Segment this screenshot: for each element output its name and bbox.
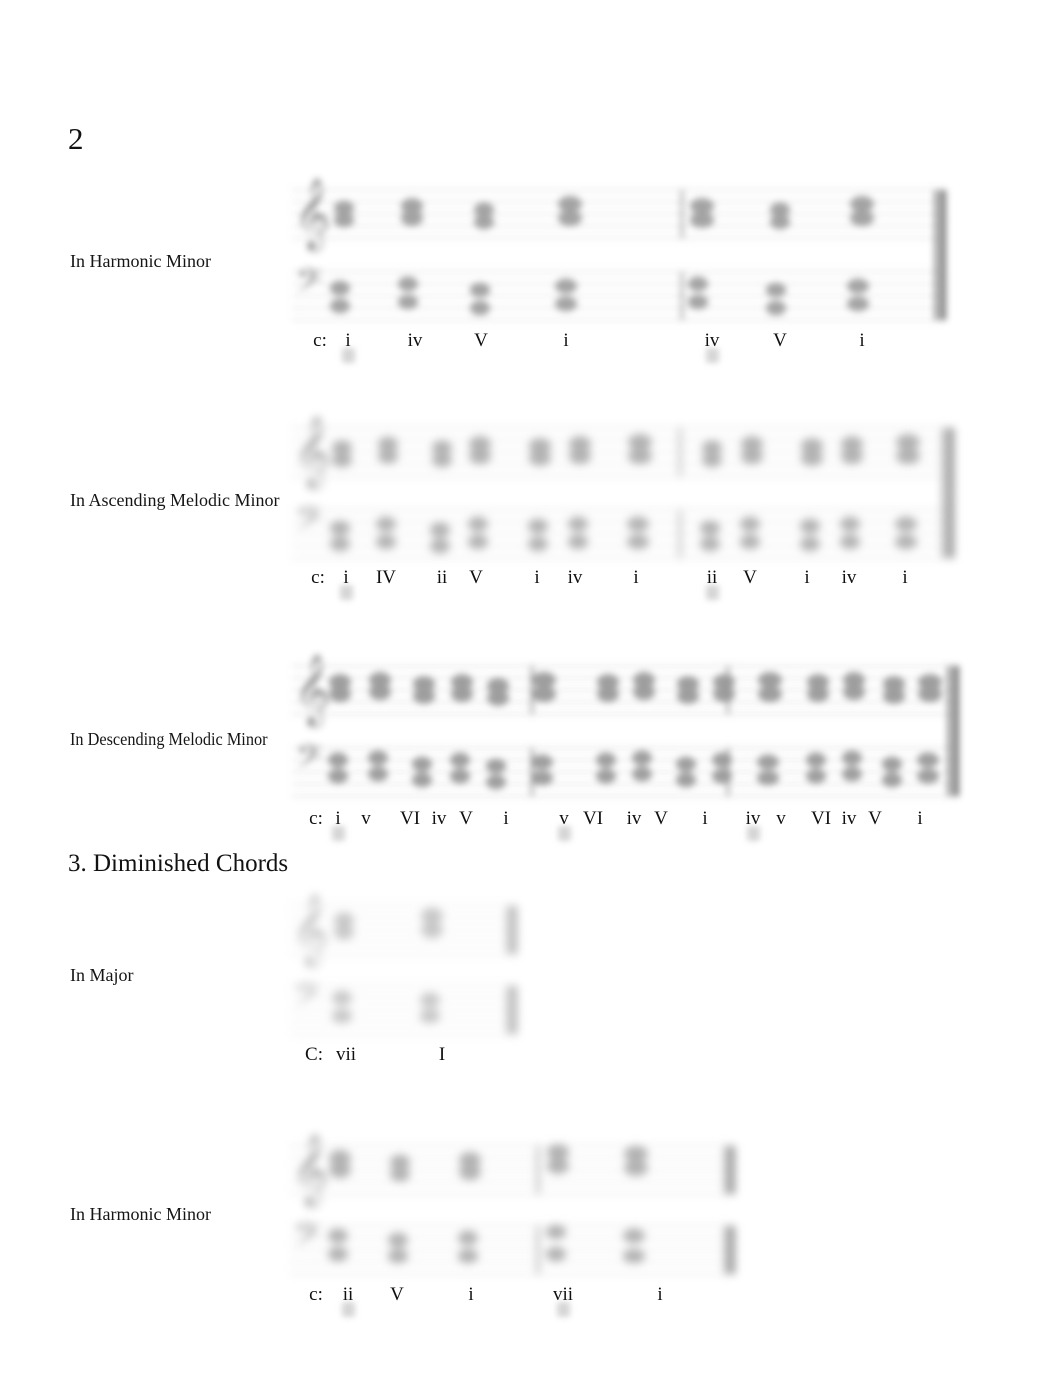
figured-bass-mark [342, 348, 355, 363]
system-label-descending-melodic-minor: In Descending Melodic Minor [70, 729, 268, 749]
roman-numeral: IV [375, 567, 397, 588]
grand-staff-notation: 𝄞 𝄢 [292, 414, 954, 559]
roman-numeral: iv [841, 567, 857, 588]
svg-text:𝄢: 𝄢 [296, 500, 322, 546]
roman-numeral: i [468, 1284, 474, 1305]
roman-numeral: ii [436, 567, 448, 588]
roman-numeral: I [438, 1044, 446, 1065]
svg-text:𝄞: 𝄞 [292, 1132, 329, 1208]
roman-numeral: vii [335, 1044, 357, 1065]
svg-text:𝄞: 𝄞 [294, 414, 331, 490]
roman-numeral: V [390, 1284, 404, 1305]
svg-text:𝄢: 𝄢 [296, 262, 322, 308]
svg-text:𝄢: 𝄢 [294, 1216, 320, 1262]
figured-bass-mark [340, 585, 353, 600]
svg-text:𝄞: 𝄞 [294, 176, 331, 252]
system-label-diminished-harmonic-minor: In Harmonic Minor [70, 1204, 211, 1224]
roman-numeral: V [459, 808, 473, 829]
roman-numeral: V [773, 330, 787, 351]
key-label: c: [309, 1284, 323, 1305]
svg-text:𝄞: 𝄞 [294, 652, 331, 728]
grand-staff-notation: 𝄞 𝄢 [290, 1132, 736, 1275]
roman-numeral: i [503, 808, 509, 829]
roman-numeral: i [657, 1284, 663, 1305]
roman-numeral: i [902, 567, 908, 588]
roman-numeral: i [534, 567, 540, 588]
staff-system-diminished-major: 𝄞 𝄢 [282, 892, 522, 1040]
roman-numeral: V [868, 808, 882, 829]
roman-numeral: iv [567, 567, 583, 588]
worksheet-page: 2 In Harmonic Minor 𝄞 𝄢 c: i iv V i iv V… [0, 0, 1062, 1376]
roman-numeral: iv [407, 330, 423, 351]
figured-bass-mark [706, 348, 719, 363]
system-label-harmonic-minor: In Harmonic Minor [70, 251, 211, 271]
svg-text:𝄢: 𝄢 [294, 976, 320, 1022]
roman-numeral: iv [626, 808, 642, 829]
analysis-row-ascending-melodic-minor: c: i IV ii V i iv i ii V i iv i [284, 565, 959, 600]
roman-numeral: VI [582, 808, 604, 829]
analysis-row-harmonic-minor: c: i iv V i iv V i [284, 328, 949, 363]
svg-text:𝄢: 𝄢 [296, 738, 322, 784]
roman-numeral: i [563, 330, 569, 351]
roman-numeral: VI [399, 808, 421, 829]
analysis-row-diminished-harmonic-minor: c: ii V i vii i [282, 1282, 742, 1317]
staff-system-descending-melodic-minor: 𝄞 𝄢 [284, 652, 964, 802]
roman-numeral: v [361, 808, 371, 829]
page-number: 2 [68, 121, 84, 156]
analysis-row-diminished-major: C: vii I [282, 1042, 542, 1068]
key-label: c: [309, 808, 323, 829]
figured-bass-mark [332, 826, 345, 841]
figured-bass-mark [342, 1302, 355, 1317]
system-label-ascending-melodic-minor: In Ascending Melodic Minor [70, 490, 280, 510]
roman-numeral: V [654, 808, 668, 829]
figured-bass-mark [557, 1302, 570, 1317]
system-label-in-major: In Major [70, 965, 134, 985]
roman-numeral: i [917, 808, 923, 829]
figured-bass-mark [558, 826, 571, 841]
key-label: c: [313, 330, 327, 351]
roman-numeral: V [743, 567, 757, 588]
grand-staff-notation: 𝄞 𝄢 [292, 652, 959, 797]
roman-numeral: V [469, 567, 483, 588]
grand-staff-notation: 𝄞 𝄢 [292, 176, 946, 321]
roman-numeral: i [633, 567, 639, 588]
roman-numeral: i [804, 567, 810, 588]
roman-numeral: iv [431, 808, 447, 829]
grand-staff-notation: 𝄞 𝄢 [290, 892, 518, 1035]
roman-numeral: iv [841, 808, 857, 829]
staff-system-harmonic-minor: 𝄞 𝄢 [284, 176, 949, 326]
staff-system-diminished-harmonic-minor: 𝄞 𝄢 [282, 1132, 740, 1280]
staff-system-ascending-melodic-minor: 𝄞 𝄢 [284, 414, 959, 564]
roman-numeral: i [859, 330, 865, 351]
key-label: c: [311, 567, 325, 588]
roman-numeral: v [776, 808, 786, 829]
figured-bass-mark [747, 826, 760, 841]
svg-text:𝄞: 𝄞 [292, 892, 329, 968]
figured-bass-mark [706, 585, 719, 600]
analysis-row-descending-melodic-minor: c: i v VI iv V i v VI iv V i iv v VI iv … [284, 806, 964, 841]
section-heading-diminished-chords: 3. Diminished Chords [68, 850, 289, 877]
roman-numeral: VI [810, 808, 832, 829]
roman-numeral: i [702, 808, 708, 829]
key-label: C: [305, 1044, 323, 1065]
roman-numeral: V [474, 330, 488, 351]
